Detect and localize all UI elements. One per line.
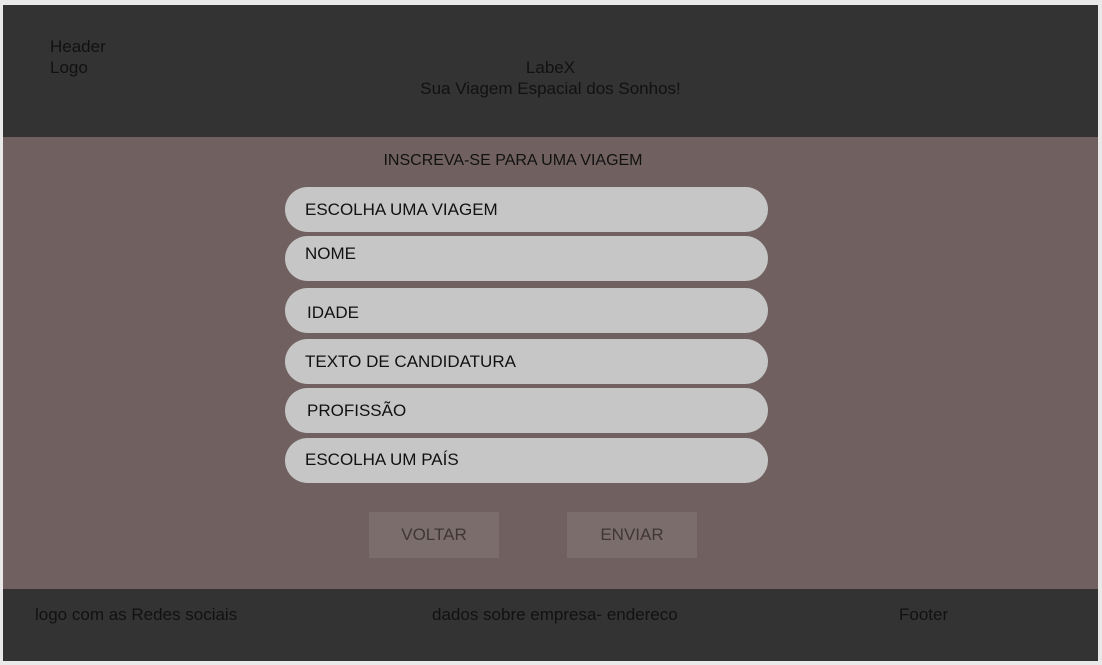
age-field[interactable]: IDADE xyxy=(285,288,768,333)
header: Header Logo LabeX Sua Viagem Espacial do… xyxy=(3,5,1098,137)
country-select-field[interactable]: ESCOLHA UM PAÍS xyxy=(285,438,768,483)
form-title: INSCREVA-SE PARA UMA VIAGEM xyxy=(383,152,643,169)
tagline: Sua Viagem Espacial dos Sonhos! xyxy=(420,79,681,98)
brand-name: LabeX xyxy=(525,58,576,77)
profession-field[interactable]: PROFISSÃO xyxy=(285,388,768,433)
footer-social-links[interactable]: logo com as Redes sociais xyxy=(35,604,237,625)
footer-label: Footer xyxy=(899,605,949,624)
footer-company-info: dados sobre empresa- endereco xyxy=(432,605,678,624)
trip-select-field[interactable]: ESCOLHA UMA VIAGEM xyxy=(285,187,768,232)
country-select-label: ESCOLHA UM PAÍS xyxy=(305,450,459,469)
page-frame: Header Logo LabeX Sua Viagem Espacial do… xyxy=(3,5,1098,661)
back-button[interactable]: VOLTAR xyxy=(369,512,499,558)
application-text-label: TEXTO DE CANDIDATURA xyxy=(305,351,516,371)
signup-section: INSCREVA-SE PARA UMA VIAGEM ESCOLHA UMA … xyxy=(3,137,1098,589)
age-field-label: IDADE xyxy=(307,303,359,322)
name-field-label: NOME xyxy=(305,244,356,263)
footer: logo com as Redes sociais dados sobre em… xyxy=(3,589,1098,661)
profession-field-label: PROFISSÃO xyxy=(307,400,407,420)
submit-button[interactable]: ENVIAR xyxy=(567,512,697,558)
header-label: Header xyxy=(50,37,106,56)
application-text-field[interactable]: TEXTO DE CANDIDATURA xyxy=(285,339,768,384)
name-field[interactable]: NOME xyxy=(285,236,768,281)
trip-select-label: ESCOLHA UMA VIAGEM xyxy=(305,199,498,219)
